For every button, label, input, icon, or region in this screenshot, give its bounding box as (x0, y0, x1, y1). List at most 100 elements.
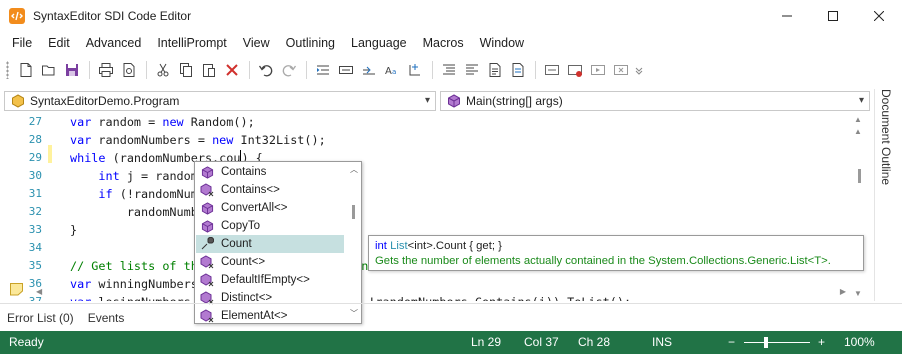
print-preview-button[interactable] (118, 59, 140, 81)
document-outline-panel[interactable]: Document Outline (874, 89, 902, 301)
line-number: 34 (28, 241, 42, 254)
delete-button[interactable] (221, 59, 243, 81)
tooltip-type: List (390, 240, 408, 252)
minimize-button[interactable] (764, 0, 810, 32)
completion-item-label: Contains (221, 166, 267, 178)
scroll-left-icon[interactable]: ◀ (36, 287, 42, 296)
completion-item[interactable]: Contains<> (196, 181, 344, 199)
clear-macro-button[interactable] (610, 59, 632, 81)
format-button[interactable] (438, 59, 460, 81)
paste-button[interactable] (198, 59, 220, 81)
method-icon (447, 94, 461, 108)
macro-button[interactable] (541, 59, 563, 81)
close-button[interactable] (856, 0, 902, 32)
type-combo[interactable]: SyntaxEditorDemo.Program ▾ (4, 91, 436, 111)
redo-icon (282, 65, 297, 77)
completion-item[interactable]: Count<> (196, 253, 344, 271)
extension-method-icon (199, 254, 215, 270)
maximize-button[interactable] (810, 0, 856, 32)
code-line: var randomNumbers = new Int32List(); (70, 131, 326, 149)
status-column: Col 37 (524, 335, 559, 349)
scroll-down-icon[interactable]: ▼ (854, 289, 862, 298)
zoom-out-button[interactable]: − (728, 331, 735, 354)
run-macro-icon (591, 65, 605, 75)
record-macro-button[interactable] (564, 59, 586, 81)
menu-view[interactable]: View (235, 32, 278, 54)
insert-button[interactable] (404, 59, 426, 81)
completion-scrollbar-thumb[interactable] (352, 205, 355, 219)
status-text: Ready (9, 335, 44, 349)
menu-intelliprompt[interactable]: IntelliPrompt (149, 32, 234, 54)
toolbar-separator (146, 61, 147, 79)
vertical-scrollbar[interactable]: ▲ ▲ ▼ (850, 113, 868, 301)
code-token: randomNumbers = (91, 133, 213, 147)
tab-button[interactable] (358, 59, 380, 81)
completion-item[interactable]: Count (196, 235, 344, 253)
document-button[interactable] (484, 59, 506, 81)
code-line: var random = new Random(); (70, 113, 255, 131)
zoom-slider[interactable] (744, 342, 810, 343)
status-insert-mode[interactable]: INS (652, 331, 672, 354)
tab-error-list[interactable]: Error List (0) (2, 311, 79, 325)
scroll-right-icon[interactable]: ▶ (840, 287, 846, 296)
zoom-in-button[interactable]: + (818, 331, 825, 354)
format-icon (443, 64, 455, 75)
indent-button[interactable] (312, 59, 334, 81)
menu-language[interactable]: Language (343, 32, 415, 54)
code-keyword: new (212, 133, 234, 147)
new-button[interactable] (15, 59, 37, 81)
print-button[interactable] (95, 59, 117, 81)
toolbar-overflow-button[interactable] (633, 59, 645, 81)
save-button[interactable] (61, 59, 83, 81)
completion-item[interactable]: Contains (196, 163, 344, 181)
extension-method-icon (199, 182, 215, 198)
document-outline-tab[interactable]: Document Outline (879, 89, 893, 185)
member-combo[interactable]: Main(string[] args) ▾ (440, 91, 870, 111)
scrollbar-thumb[interactable] (858, 169, 861, 183)
menu-advanced[interactable]: Advanced (78, 32, 150, 54)
completion-list[interactable]: Contains Contains<> ConvertAll<> CopyTo Coun… (194, 161, 362, 324)
menu-window[interactable]: Window (472, 32, 532, 54)
line-number: 28 (28, 133, 42, 146)
run-macro-button[interactable] (587, 59, 609, 81)
completion-item[interactable]: ConvertAll<> (196, 199, 344, 217)
comment-button[interactable] (335, 59, 357, 81)
tool-window-tabs: Error List (0) Events (0, 303, 902, 331)
page-button[interactable] (507, 59, 529, 81)
align-button[interactable] (461, 59, 483, 81)
horizontal-scrollbar[interactable]: ◀ ▶ (36, 286, 846, 300)
undo-button[interactable] (255, 59, 277, 81)
align-icon (466, 64, 478, 75)
toolbar-separator (89, 61, 90, 79)
cut-button[interactable] (152, 59, 174, 81)
completion-item[interactable]: CopyTo (196, 217, 344, 235)
open-button[interactable] (38, 59, 60, 81)
close-icon (874, 11, 884, 21)
lightbulb-icon[interactable] (9, 282, 24, 296)
quick-info-tooltip: int List<int>.Count { get; } Gets the nu… (368, 235, 864, 271)
toolbar-separator (306, 61, 307, 79)
menu-edit[interactable]: Edit (40, 32, 78, 54)
tab-events[interactable]: Events (83, 311, 130, 325)
menu-file[interactable]: File (4, 32, 40, 54)
zoom-slider-thumb[interactable] (764, 337, 768, 348)
menu-macros[interactable]: Macros (415, 32, 472, 54)
chevron-up-icon[interactable]: ︿ (350, 164, 358, 175)
zoom-level[interactable]: 100% (844, 331, 875, 354)
completion-item[interactable]: DefaultIfEmpty<> (196, 271, 344, 289)
menu-outlining[interactable]: Outlining (278, 32, 343, 54)
page-icon (512, 63, 524, 77)
completion-scrollbar[interactable]: ︿ ﹀ (347, 162, 361, 323)
toolbar-grip[interactable] (6, 61, 9, 79)
line-number: 30 (28, 169, 42, 182)
code-token: Random(); (183, 115, 255, 129)
code-editor[interactable]: 2728293031323334353637 var random = new … (0, 113, 868, 301)
redo-button[interactable] (278, 59, 300, 81)
code-keyword: int (98, 169, 120, 183)
font-button[interactable]: Aa (381, 59, 403, 81)
copy-button[interactable] (175, 59, 197, 81)
scroll-up-icon[interactable]: ▲ (854, 115, 862, 124)
tooltip-keyword: int (375, 240, 387, 252)
line-number: 31 (28, 187, 42, 200)
